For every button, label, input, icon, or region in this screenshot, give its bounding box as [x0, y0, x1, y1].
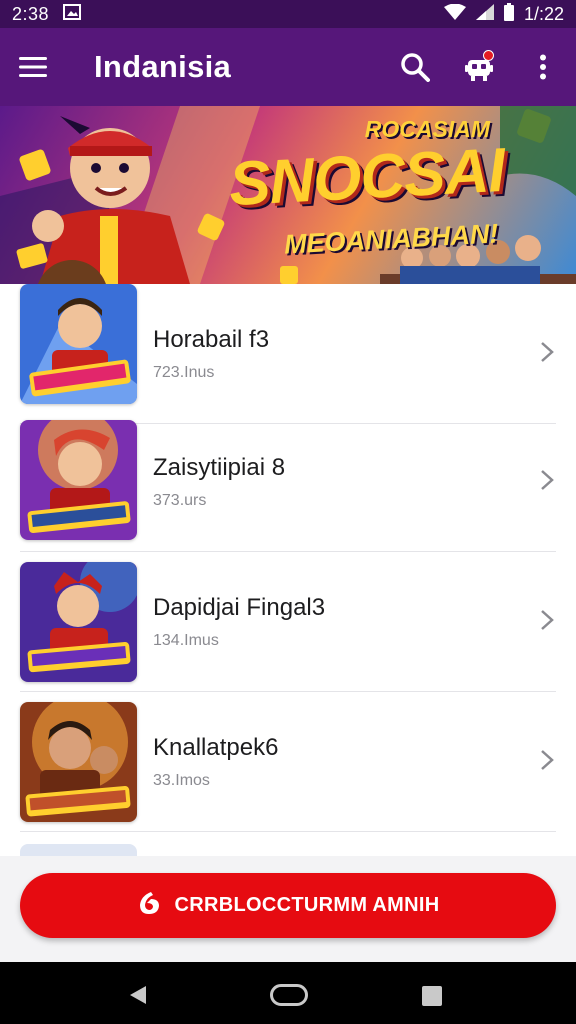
game-meta: 33.Imos	[153, 772, 210, 789]
list-item-text: Zaisytiipiai 8 373.urs	[153, 454, 285, 510]
primary-cta-button[interactable]: CRRBLOCCTURMM AMNIH	[20, 873, 556, 938]
game-title: Zaisytiipiai 8	[153, 454, 286, 481]
list-item[interactable]: Zaisytiipiai 8 373.urs	[0, 412, 576, 552]
status-time: 2:38	[12, 3, 50, 24]
list-item[interactable]: Horabail f3 723.Inus	[0, 284, 576, 424]
signal-icon	[475, 3, 494, 25]
game-thumbnail	[20, 562, 137, 682]
more-vert-icon[interactable]	[526, 50, 560, 84]
game-meta: 373.urs	[153, 492, 207, 509]
robot-notification-icon[interactable]	[462, 50, 496, 84]
divider	[20, 831, 556, 832]
app-title: Indanisia	[94, 49, 232, 84]
game-thumbnail	[20, 420, 137, 540]
list-item-peek	[20, 844, 137, 856]
list-item[interactable]: Dapidjai Fingal3 134.Imus	[0, 552, 576, 692]
game-meta: 134.Imus	[153, 632, 219, 649]
list-item[interactable]: Knallatpek6 33.Imos	[0, 692, 576, 832]
back-icon[interactable]	[128, 984, 148, 1011]
game-title: Knallatpek6	[153, 734, 279, 761]
chevron-right-icon	[540, 749, 554, 776]
app-bar: Indanisia	[0, 28, 576, 106]
promo-banner[interactable]: ROCASIAM SNOCSAI MEOANIABHAN!	[0, 106, 576, 284]
game-title: Dapidjai Fingal3	[153, 594, 326, 621]
chevron-right-icon	[540, 609, 554, 636]
battery-icon	[503, 2, 514, 26]
cta-label: CRRBLOCCTURMM AMNIH	[174, 894, 440, 916]
list-item-text: Dapidjai Fingal3 134.Imus	[153, 594, 325, 650]
wifi-icon	[443, 3, 466, 25]
banner-headline: SNOCSAI	[226, 135, 506, 220]
game-title: Horabail f3	[153, 326, 270, 353]
cta-container: CRRBLOCCTURMM AMNIH	[0, 856, 576, 962]
game-thumbnail	[20, 702, 137, 822]
chevron-right-icon	[540, 341, 554, 368]
list-item-text: Horabail f3 723.Inus	[153, 326, 269, 382]
recents-icon[interactable]	[422, 986, 442, 1006]
list-item-text: Knallatpek6 33.Imos	[153, 734, 278, 790]
game-meta: 723.Inus	[153, 364, 215, 381]
hamburger-menu-icon[interactable]	[16, 50, 50, 84]
game-list: Horabail f3 723.Inus Zaisytiipiai 8 373.…	[0, 284, 576, 856]
home-icon[interactable]	[270, 984, 308, 1006]
image-notification-icon	[63, 3, 82, 25]
search-icon[interactable]	[398, 50, 432, 84]
status-clock-right: 1/:22	[523, 3, 564, 24]
chevron-right-icon	[540, 469, 554, 496]
system-nav-bar	[0, 962, 576, 1024]
brand-logo-icon	[137, 890, 163, 922]
game-thumbnail	[20, 284, 137, 404]
notification-badge	[483, 50, 494, 61]
status-bar: 2:38 1/:22	[0, 0, 576, 28]
